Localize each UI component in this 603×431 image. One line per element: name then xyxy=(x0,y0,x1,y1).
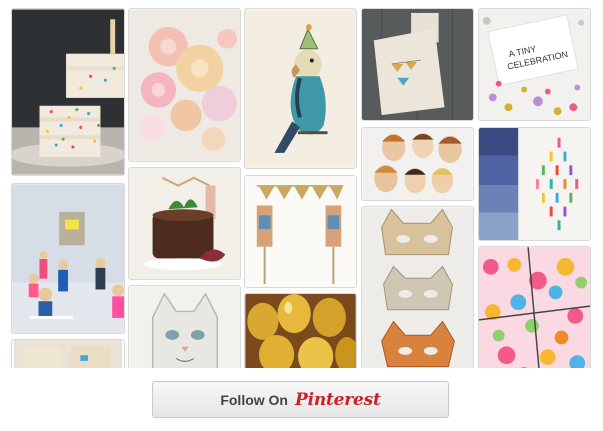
cookie-icon xyxy=(362,128,473,200)
pin-paper-rosettes[interactable] xyxy=(128,8,241,162)
pin-cat-embroidery[interactable] xyxy=(128,285,241,368)
peg-doll-icon xyxy=(12,184,124,333)
cat-icon xyxy=(129,286,240,368)
pin-favor-bags[interactable] xyxy=(361,8,474,121)
tassel-icon xyxy=(479,128,590,240)
pin-board: A TINY CELEBRATION xyxy=(0,0,603,368)
pin-confetti-gift[interactable] xyxy=(478,246,591,368)
chocolate-cake-icon xyxy=(129,168,240,279)
pin-cake-topper-bunting[interactable] xyxy=(244,175,357,288)
confetti-cake-icon xyxy=(12,9,124,175)
parrot-icon xyxy=(245,9,356,168)
follow-button-container: Follow On Pinterest xyxy=(152,381,449,418)
pin-gold-balloons[interactable] xyxy=(244,293,357,368)
gift-icon xyxy=(479,247,590,368)
pin-face-cookies[interactable] xyxy=(361,127,474,201)
mask-icon xyxy=(362,207,473,368)
pin-sprinkle-cake[interactable] xyxy=(11,8,125,176)
bunting-icon xyxy=(245,176,356,287)
pin-parrot-party-hat[interactable] xyxy=(244,8,357,169)
follow-on-pinterest-button[interactable]: Follow On Pinterest xyxy=(152,381,449,418)
pin-animal-masks[interactable] xyxy=(361,206,474,368)
gift-bag-icon xyxy=(362,9,473,120)
pinterest-logo: Pinterest xyxy=(294,389,381,410)
pin-chocolate-cake[interactable] xyxy=(128,167,241,280)
pin-tassel-garland[interactable] xyxy=(478,127,591,241)
pin-celebration-confetti[interactable]: A TINY CELEBRATION xyxy=(478,8,591,121)
balloon-icon xyxy=(245,294,356,368)
pin-peg-dolls[interactable] xyxy=(11,183,125,334)
confetti-card-icon: A TINY CELEBRATION xyxy=(479,9,590,120)
follow-label: Follow On xyxy=(220,391,288,408)
paper-rosette-icon xyxy=(129,9,240,161)
pin-craft-bags[interactable] xyxy=(11,339,125,368)
bag-icon xyxy=(13,340,123,368)
